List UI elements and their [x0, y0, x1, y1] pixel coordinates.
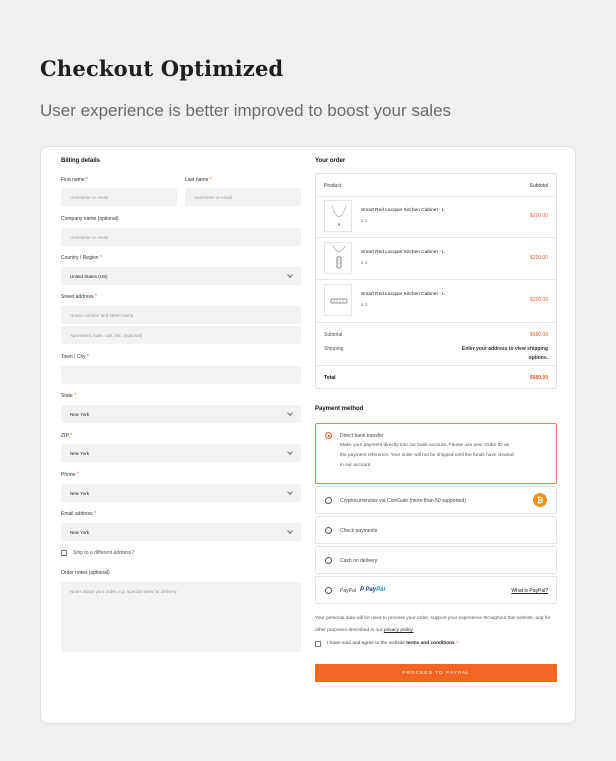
state-value: New York: [70, 411, 90, 417]
paypal-radio[interactable]: [325, 587, 332, 594]
product-thumbnail[interactable]: [324, 200, 352, 232]
privacy-notice: Your personal data will be used to proce…: [315, 616, 551, 633]
payment-option-cod[interactable]: Cash on delivery: [315, 546, 557, 574]
pendant-necklace-image: [332, 245, 346, 269]
email-value: New York: [70, 529, 90, 535]
shipping-label: Shipping: [324, 346, 344, 352]
state-label: State *: [61, 393, 77, 399]
chevron-down-icon: [287, 272, 293, 278]
payment-option-crypto[interactable]: Cryptocurrencies via CoinGate (more than…: [315, 486, 557, 514]
street-label: Street address *: [61, 294, 97, 300]
terms-link[interactable]: terms and conditions: [406, 641, 455, 646]
last-name-label: Last name *: [185, 177, 212, 183]
first-name-label: First name *: [61, 177, 88, 183]
order-notes-field[interactable]: Notes about your order, e.g. special not…: [61, 582, 301, 652]
necklace-image: [331, 205, 347, 226]
bitcoin-icon: ₿: [533, 493, 547, 507]
item-name[interactable]: Smart Red Lacquer Kitchen Cabinet - L: [361, 292, 445, 297]
chevron-down-icon: [287, 489, 293, 495]
order-notes-label: Order notes (optional): [61, 570, 110, 576]
subtotal-value: $680.00: [529, 332, 548, 338]
hero-subtitle: User experience is better improved to bo…: [40, 101, 452, 120]
item-qty: x 1: [361, 303, 368, 308]
bank-label: Direct bank transfer: [340, 433, 384, 439]
zip-select[interactable]: New York: [61, 444, 301, 462]
company-field[interactable]: Username or email: [61, 228, 301, 246]
product-thumbnail[interactable]: [324, 284, 352, 316]
bracelet-image: [330, 298, 348, 304]
email-label: Email address *: [61, 511, 97, 517]
cod-label: Cash on delivery: [340, 558, 378, 564]
terms-label: I have read and agree to the website ter…: [327, 641, 458, 646]
item-price: $220.00: [529, 297, 548, 303]
item-price: $220.00: [529, 213, 548, 219]
town-label: Town / City *: [61, 354, 89, 360]
col-product: Product: [324, 183, 342, 189]
zip-label: ZIP *: [61, 433, 73, 439]
item-qty: x 1: [361, 261, 368, 266]
country-label: Country / Region *: [61, 255, 102, 261]
phone-value: New York: [70, 490, 90, 496]
street-field[interactable]: House number and street name: [61, 306, 301, 324]
crypto-label: Cryptocurrencies via CoinGate (more than…: [340, 498, 466, 504]
bank-radio[interactable]: [325, 432, 332, 439]
bank-description: Make your payment directly into our bank…: [340, 443, 514, 468]
order-table: Product Subtotal Smart Red Lacquer Kitch…: [315, 173, 557, 389]
email-select[interactable]: New York: [61, 523, 301, 541]
shipping-note: Enter your address to view shipping: [461, 346, 548, 352]
order-title: Your order: [315, 158, 346, 164]
cod-radio[interactable]: [325, 557, 332, 564]
last-name-field[interactable]: Username or email: [185, 188, 301, 206]
zip-value: New York: [70, 450, 90, 456]
paypal-logo: P PayPal: [360, 587, 386, 593]
total-label: Total: [324, 375, 336, 381]
payment-option-check[interactable]: Check payments: [315, 516, 557, 544]
payment-option-paypal[interactable]: PayPal P PayPal What is PayPal?: [315, 576, 557, 604]
proceed-to-paypal-button[interactable]: PROCEED TO PAYPAL: [315, 664, 557, 682]
subtotal-label: Subtotal: [324, 332, 343, 338]
hero-title: Checkout Optimized: [40, 56, 284, 81]
ship-different-label: Ship to a different address?: [73, 550, 135, 556]
total-value: $680.00: [529, 375, 548, 381]
check-label: Check payments: [340, 528, 378, 534]
country-value: United States (US): [70, 273, 108, 279]
item-name[interactable]: Smart Red Lacquer Kitchen Cabinet - L: [361, 208, 445, 213]
terms-checkbox[interactable]: [315, 641, 321, 647]
item-price: $220.00: [529, 255, 548, 261]
check-radio[interactable]: [325, 527, 332, 534]
phone-select[interactable]: New York: [61, 484, 301, 502]
chevron-down-icon: [287, 410, 293, 416]
col-subtotal: Subtotal: [529, 183, 548, 189]
what-is-paypal-link[interactable]: What is PayPal?: [511, 588, 548, 594]
ship-different-checkbox[interactable]: [61, 550, 67, 556]
company-label: Company name (optional): [61, 216, 119, 222]
chevron-down-icon: [287, 528, 293, 534]
crypto-radio[interactable]: [325, 497, 332, 504]
first-name-field[interactable]: Username or email: [61, 188, 177, 206]
apartment-field[interactable]: Apartment, suite, unit, etc. (optional): [61, 326, 301, 344]
town-field[interactable]: [61, 366, 301, 384]
shipping-note-2: options.: [528, 355, 548, 361]
payment-title: Payment method: [315, 406, 364, 412]
country-select[interactable]: United States (US): [61, 267, 301, 285]
product-thumbnail[interactable]: [324, 242, 352, 274]
paypal-label: PayPal: [340, 588, 356, 594]
billing-title: Billing details: [61, 158, 101, 164]
chevron-down-icon: [287, 449, 293, 455]
phone-label: Phone *: [61, 472, 79, 478]
checkout-card: Billing details First name * Username or…: [40, 146, 576, 724]
item-qty: x 1: [361, 219, 368, 224]
state-select[interactable]: New York: [61, 405, 301, 423]
payment-option-bank[interactable]: Direct bank transfer Make your payment d…: [315, 423, 557, 484]
item-name[interactable]: Smart Red Lacquer Kitchen Cabinet - L: [361, 250, 445, 255]
privacy-policy-link[interactable]: privacy policy.: [384, 628, 414, 633]
